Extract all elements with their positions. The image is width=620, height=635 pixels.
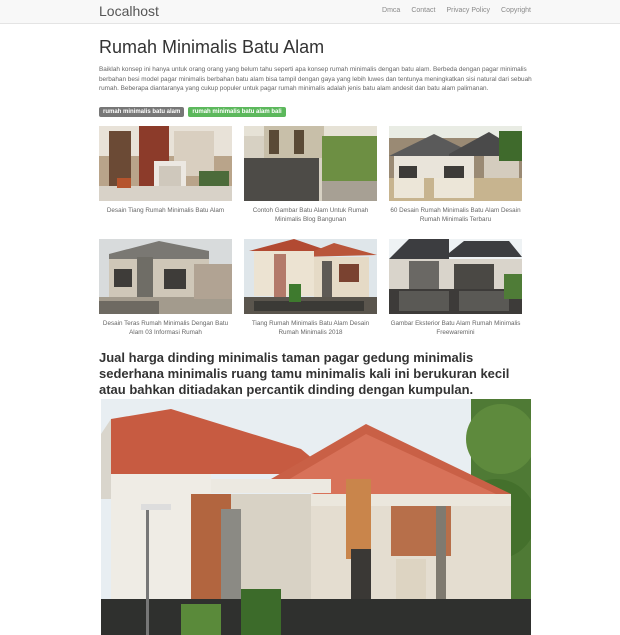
nav-link-contact[interactable]: Contact [411, 7, 435, 14]
brand-link[interactable]: Localhost [99, 3, 159, 19]
page-title: Rumah Minimalis Batu Alam [99, 37, 325, 57]
gallery-item[interactable]: 60 Desain Rumah Minimalis Batu Alam Desa… [389, 126, 522, 224]
gallery-image[interactable] [244, 239, 377, 314]
gallery-item[interactable]: Contoh Gambar Batu Alam Untuk Rumah Mini… [244, 126, 377, 224]
subheading: Jual harga dinding minimalis taman pagar… [99, 350, 510, 397]
gallery-caption[interactable]: Gambar Eksterior Batu Alam Rumah Minimal… [389, 319, 522, 337]
nav-links: Dmca Contact Privacy Policy Copyright [382, 7, 531, 14]
gallery-item[interactable]: Gambar Eksterior Batu Alam Rumah Minimal… [389, 239, 522, 337]
tag-list: rumah minimalis batu alam rumah minimali… [99, 107, 286, 117]
gallery-caption[interactable]: Desain Teras Rumah Minimalis Dengan Batu… [99, 319, 232, 337]
gallery-caption[interactable]: 60 Desain Rumah Minimalis Batu Alam Desa… [389, 206, 522, 224]
gallery-image[interactable] [244, 126, 377, 201]
gallery-image[interactable] [389, 239, 522, 314]
nav-link-copyright[interactable]: Copyright [501, 7, 531, 14]
hero-image [101, 399, 531, 635]
gallery-image[interactable] [99, 239, 232, 314]
gallery-image[interactable] [389, 126, 522, 201]
intro-paragraph: Baiklah konsep ini hanya untuk orang ora… [99, 66, 532, 92]
gallery-item[interactable]: Desain Tiang Rumah Minimalis Batu Alam [99, 126, 232, 215]
gallery-item[interactable]: Desain Teras Rumah Minimalis Dengan Batu… [99, 239, 232, 337]
gallery-caption[interactable]: Desain Tiang Rumah Minimalis Batu Alam [99, 206, 232, 215]
nav-link-privacy-policy[interactable]: Privacy Policy [446, 7, 490, 14]
tag-rumah-minimalis-batu-alam-bali[interactable]: rumah minimalis batu alam bali [188, 107, 286, 117]
gallery-item[interactable]: Tiang Rumah Minimalis Batu Alam Desain R… [244, 239, 377, 337]
gallery-caption[interactable]: Tiang Rumah Minimalis Batu Alam Desain R… [244, 319, 377, 337]
gallery-image[interactable] [99, 126, 232, 201]
nav-link-dmca[interactable]: Dmca [382, 7, 400, 14]
navbar: Localhost Dmca Contact Privacy Policy Co… [0, 0, 620, 24]
tag-rumah-minimalis-batu-alam[interactable]: rumah minimalis batu alam [99, 107, 185, 117]
gallery-caption[interactable]: Contoh Gambar Batu Alam Untuk Rumah Mini… [244, 206, 377, 224]
